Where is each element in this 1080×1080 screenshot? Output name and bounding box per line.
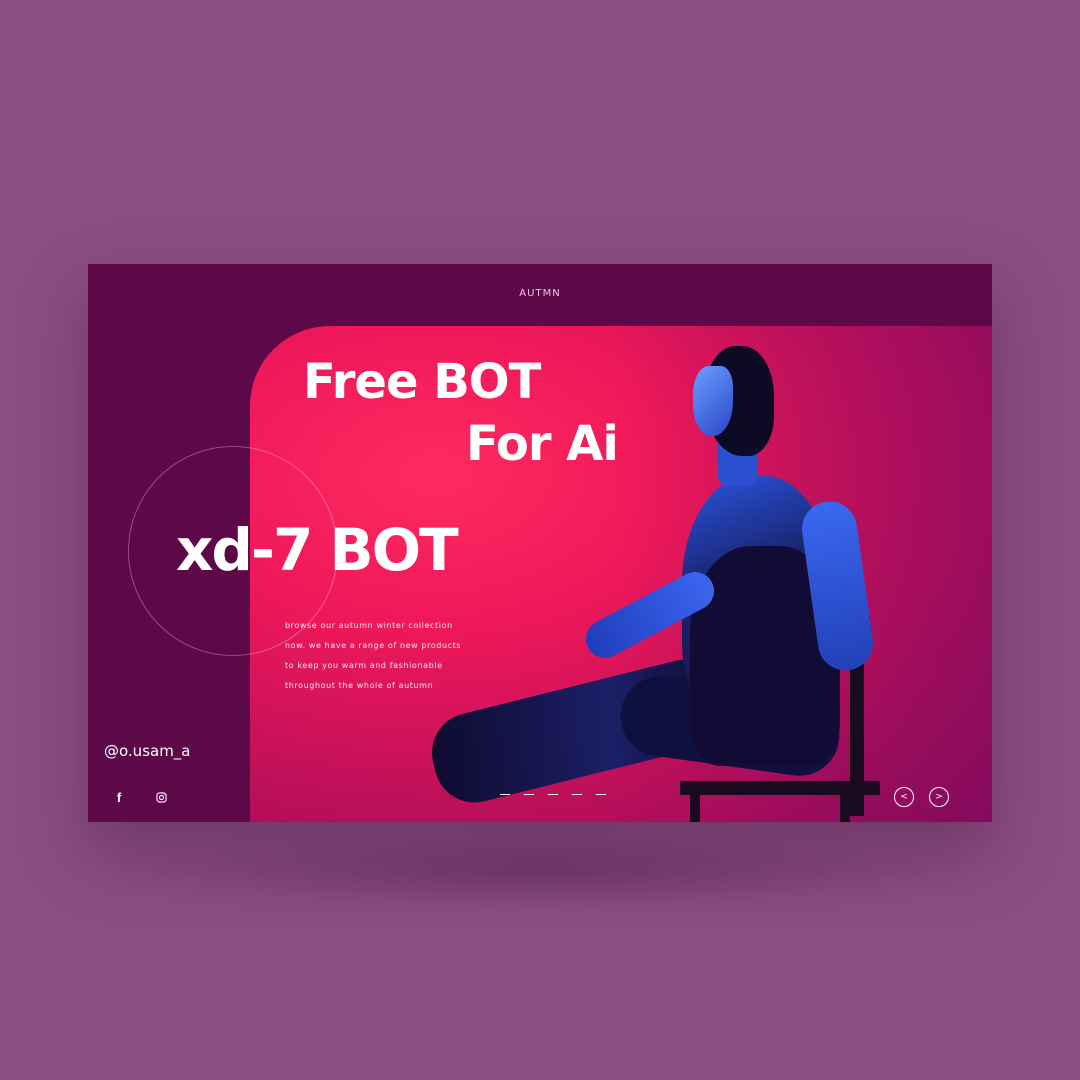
- landing-card: AUTMN Free BOT For Ai xd-7 BOT browse ou…: [88, 264, 992, 822]
- pagination-dash[interactable]: [500, 794, 510, 795]
- description-line: now. we have a range of new products: [285, 641, 462, 650]
- prev-slide-button[interactable]: <: [894, 787, 914, 807]
- slide-pagination: [500, 794, 606, 795]
- pagination-dash[interactable]: [572, 794, 582, 795]
- pagination-dash[interactable]: [548, 794, 558, 795]
- site-title: AUTMN: [519, 288, 561, 299]
- instagram-glyph: [155, 791, 167, 803]
- headline-line-2: For Ai: [466, 416, 619, 472]
- chair-seat: [680, 781, 880, 795]
- pagination-dash[interactable]: [596, 794, 606, 795]
- description-line: to keep you warm and fashionable: [285, 661, 443, 670]
- description-line: browse our autumn winter collection: [285, 621, 453, 630]
- description-line: throughout the whole of autumn: [285, 681, 434, 690]
- pagination-dash[interactable]: [524, 794, 534, 795]
- model-face: [693, 366, 733, 436]
- social-handle[interactable]: @o.usam_a: [104, 742, 191, 760]
- chair-leg: [690, 791, 700, 822]
- brand-title: xd-7 BOT: [176, 516, 459, 584]
- next-slide-button[interactable]: >: [929, 787, 949, 807]
- chair-leg: [840, 791, 850, 822]
- hero-description: browse our autumn winter collection now.…: [285, 616, 461, 696]
- headline-line-1: Free BOT: [303, 354, 541, 410]
- card-shadow: [110, 830, 970, 910]
- page-background: AUTMN Free BOT For Ai xd-7 BOT browse ou…: [0, 0, 1080, 1080]
- facebook-icon[interactable]: f: [110, 788, 128, 806]
- instagram-icon[interactable]: [152, 788, 170, 806]
